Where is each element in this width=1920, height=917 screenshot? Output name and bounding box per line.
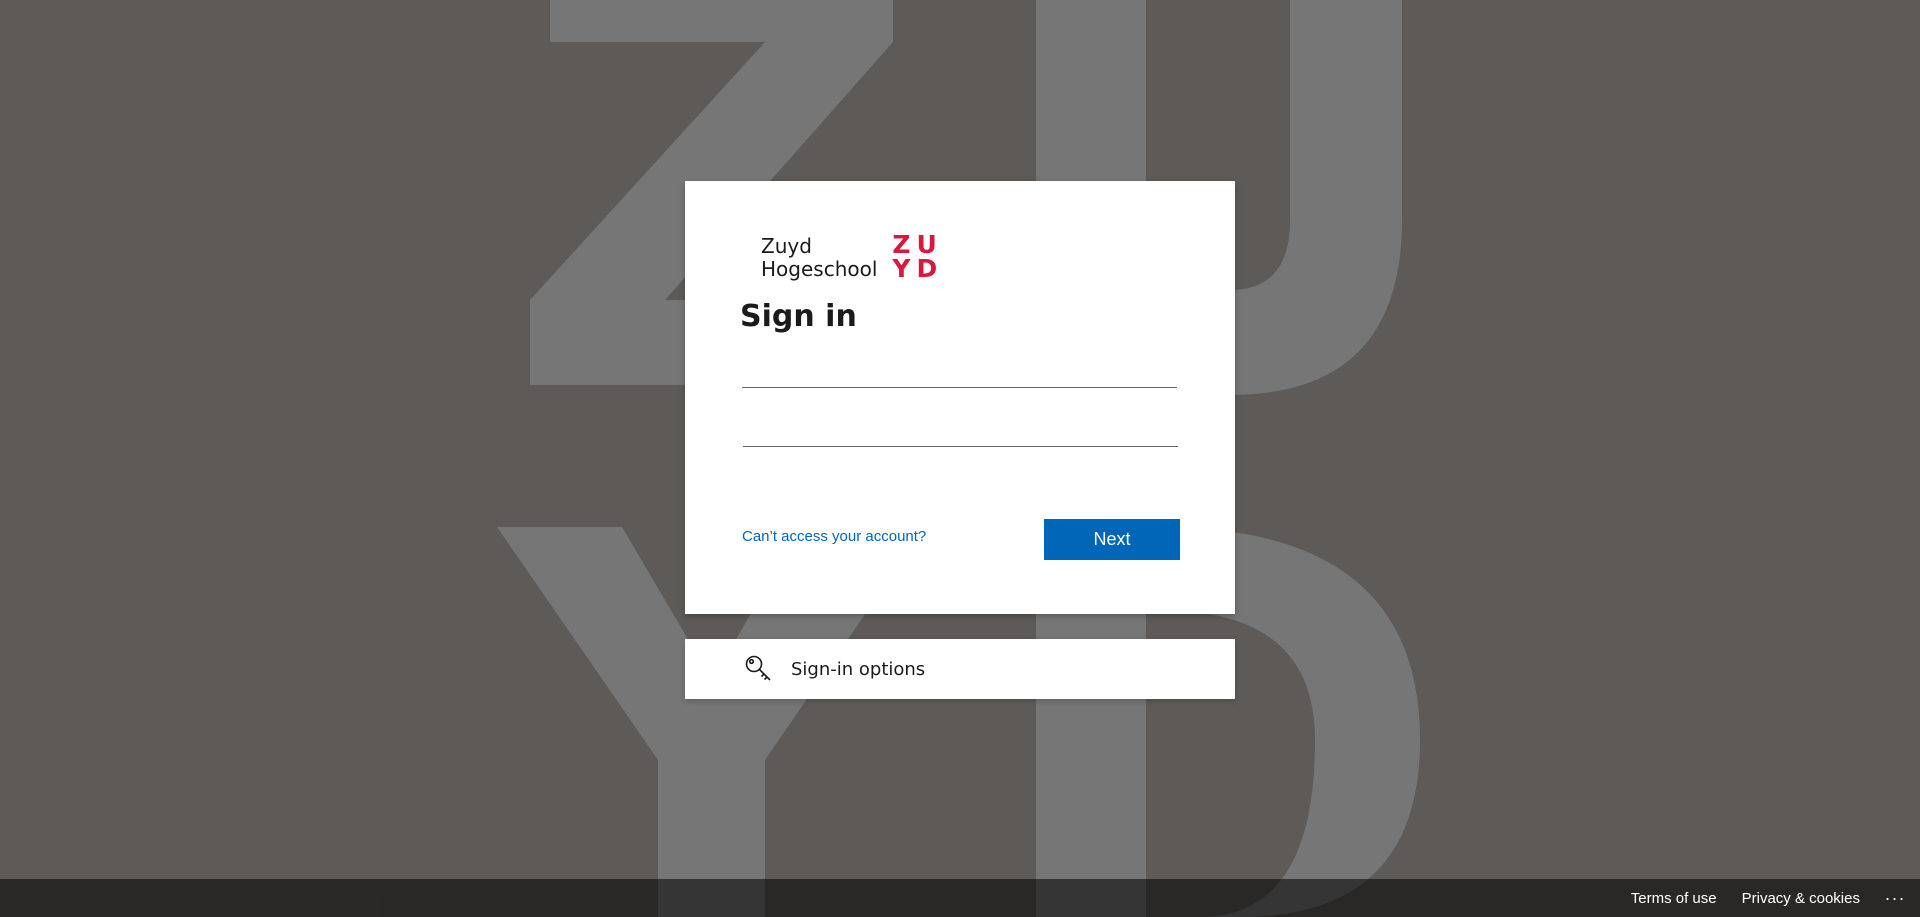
logo-mark-line2: YD xyxy=(892,254,944,283)
sign-in-options-button[interactable]: Sign-in options xyxy=(685,639,1235,699)
page-title: Sign in xyxy=(740,299,857,334)
logo-name-line1: Zuyd xyxy=(761,234,812,258)
zuyd-logo: Zuyd Hogeschool ZU YD xyxy=(761,232,944,285)
logo-wordmark: Zuyd Hogeschool xyxy=(761,235,877,281)
footer-links: Terms of use Privacy & cookies ... xyxy=(1631,879,1920,917)
cant-access-account-link[interactable]: Can’t access your account? xyxy=(742,528,926,545)
next-button[interactable]: Next xyxy=(1044,519,1180,560)
password-input[interactable] xyxy=(743,410,1178,447)
privacy-cookies-link[interactable]: Privacy & cookies xyxy=(1742,890,1860,907)
sign-in-options-label: Sign-in options xyxy=(791,658,926,680)
footer-bar: Terms of use Privacy & cookies ... xyxy=(0,879,1920,917)
more-options-button[interactable]: ... xyxy=(1885,885,1906,907)
logo-name-line2: Hogeschool xyxy=(761,257,878,281)
sign-in-card: Zuyd Hogeschool ZU YD Sign in Can’t acce… xyxy=(685,181,1235,614)
username-input[interactable] xyxy=(742,351,1177,388)
logo-mark: ZU YD xyxy=(892,232,944,283)
terms-of-use-link[interactable]: Terms of use xyxy=(1631,890,1717,907)
key-icon xyxy=(745,655,771,681)
